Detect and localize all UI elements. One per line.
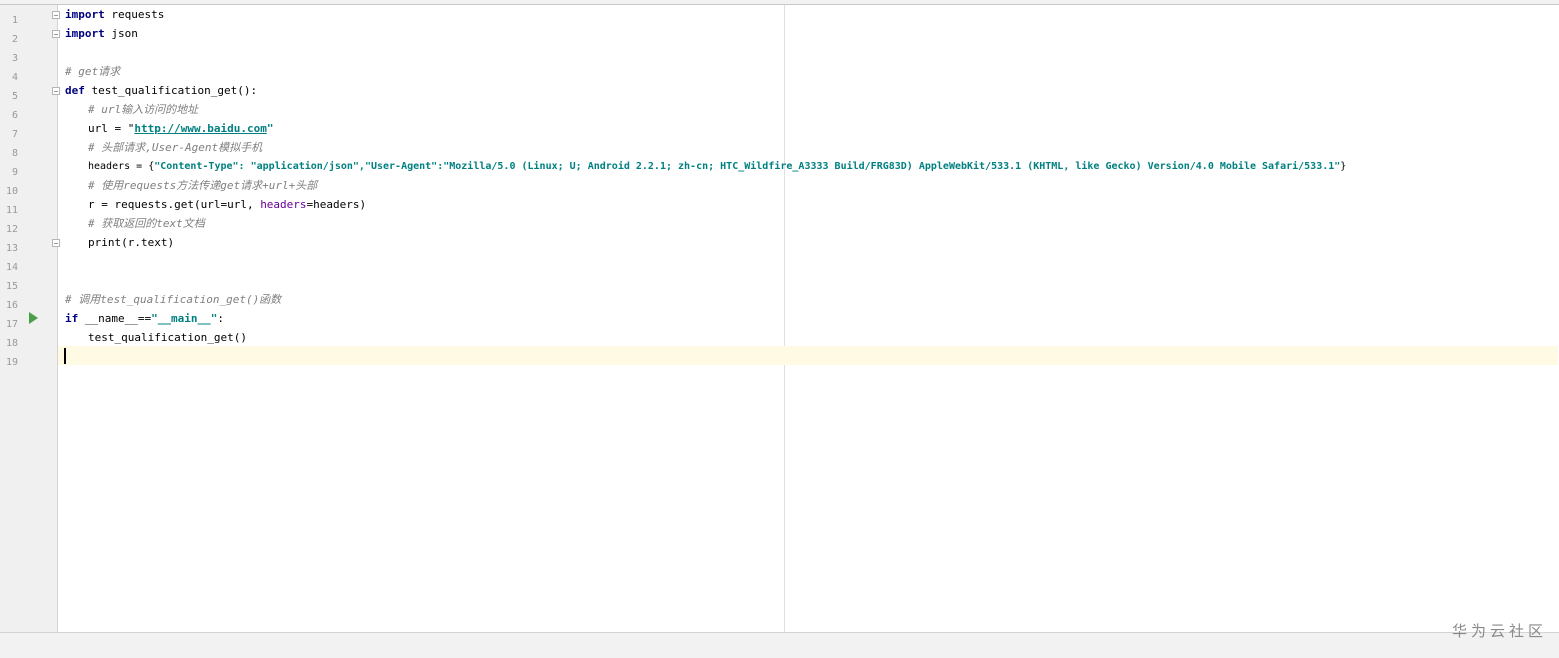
code-line-18[interactable]: test_qualification_get(): [88, 328, 247, 347]
line-number[interactable]: 16: [0, 296, 18, 315]
code-text: json: [104, 27, 138, 40]
line-number[interactable]: 3: [0, 49, 18, 68]
code-text: r = requests.get(url=url,: [88, 198, 261, 211]
code-text: :: [217, 312, 224, 325]
code-line-16[interactable]: # 调用test_qualification_get()函数: [65, 290, 281, 309]
string: "Content-Type": "application/json","User…: [154, 161, 1341, 172]
comment: # 头部请求,User-Agent模拟手机: [88, 141, 263, 154]
code-text: test_qualification_get():: [84, 84, 258, 97]
code-line-4[interactable]: # get请求: [65, 62, 120, 81]
code-line-5[interactable]: def test_qualification_get():: [65, 81, 257, 100]
code-line-8[interactable]: # 头部请求,User-Agent模拟手机: [88, 138, 262, 157]
code-line-1[interactable]: import requests: [65, 5, 164, 24]
line-number[interactable]: 8: [0, 144, 18, 163]
current-line-highlight: [58, 346, 1558, 365]
keyword: import: [65, 8, 105, 21]
string: "__main__": [151, 312, 218, 325]
line-number[interactable]: 18: [0, 334, 18, 353]
code-text: requests: [104, 8, 165, 21]
url-link[interactable]: http://www.baidu.com: [134, 122, 266, 135]
comment: # 使用requests方法传递get请求+url+头部: [88, 179, 318, 192]
line-number[interactable]: 15: [0, 277, 18, 296]
code-editor[interactable]: 1 2 3 4 5 6 7 8 9 10 11 12 13 14 15 16 1…: [0, 0, 1559, 658]
line-number[interactable]: 1: [0, 11, 18, 30]
line-number[interactable]: 17: [0, 315, 18, 334]
line-number[interactable]: 6: [0, 106, 18, 125]
code-line-2[interactable]: import json: [65, 24, 138, 43]
keyword: def: [65, 84, 85, 97]
line-number[interactable]: 2: [0, 30, 18, 49]
code-line-12[interactable]: # 获取返回的text文档: [88, 214, 205, 233]
line-number[interactable]: 11: [0, 201, 18, 220]
string: ": [266, 122, 274, 135]
line-number[interactable]: 5: [0, 87, 18, 106]
editor-top-border: [0, 0, 1559, 5]
code-line-9[interactable]: headers = {"Content-Type": "application/…: [88, 157, 1346, 176]
fold-marker-icon[interactable]: [52, 30, 60, 38]
code-text: __name__==: [78, 312, 152, 325]
fold-marker-icon[interactable]: [52, 239, 60, 247]
line-number[interactable]: 4: [0, 68, 18, 87]
line-number[interactable]: 12: [0, 220, 18, 239]
param-name: headers: [260, 198, 307, 211]
line-number[interactable]: 9: [0, 163, 18, 182]
code-line-6[interactable]: # url输入访问的地址: [88, 100, 198, 119]
line-number[interactable]: 13: [0, 239, 18, 258]
comment: # get请求: [65, 65, 121, 78]
right-margin-guide: [784, 5, 785, 632]
comment: # 获取返回的text文档: [88, 217, 205, 230]
code-text: =headers): [306, 198, 367, 211]
line-number[interactable]: 19: [0, 353, 18, 372]
line-number[interactable]: 7: [0, 125, 18, 144]
code-line-13[interactable]: print(r.text): [88, 233, 174, 252]
fold-marker-icon[interactable]: [52, 87, 60, 95]
keyword: import: [65, 27, 105, 40]
line-number[interactable]: 14: [0, 258, 18, 277]
code-line-17[interactable]: if __name__=="__main__":: [65, 309, 224, 328]
code-text: }: [1340, 161, 1347, 172]
code-text: test_qualification_get(): [88, 331, 247, 344]
bottom-bar: [0, 632, 1559, 658]
fold-marker-icon[interactable]: [52, 11, 60, 19]
code-text: print(r.text): [88, 236, 175, 249]
code-text: headers = {: [88, 161, 155, 172]
code-line-10[interactable]: # 使用requests方法传递get请求+url+头部: [88, 176, 317, 195]
comment: # 调用test_qualification_get()函数: [65, 293, 282, 306]
keyword: if: [65, 312, 79, 325]
watermark: 华为云社区: [1451, 622, 1547, 640]
text-caret: [64, 348, 66, 364]
code-line-7[interactable]: url = "http://www.baidu.com": [88, 119, 273, 138]
run-triangle-icon[interactable]: [29, 312, 38, 324]
comment: # url输入访问的地址: [88, 103, 199, 116]
code-line-11[interactable]: r = requests.get(url=url, headers=header…: [88, 195, 366, 214]
gutter[interactable]: 1 2 3 4 5 6 7 8 9 10 11 12 13 14 15 16 1…: [0, 5, 60, 632]
line-number[interactable]: 10: [0, 182, 18, 201]
code-text: url = ": [88, 122, 135, 135]
